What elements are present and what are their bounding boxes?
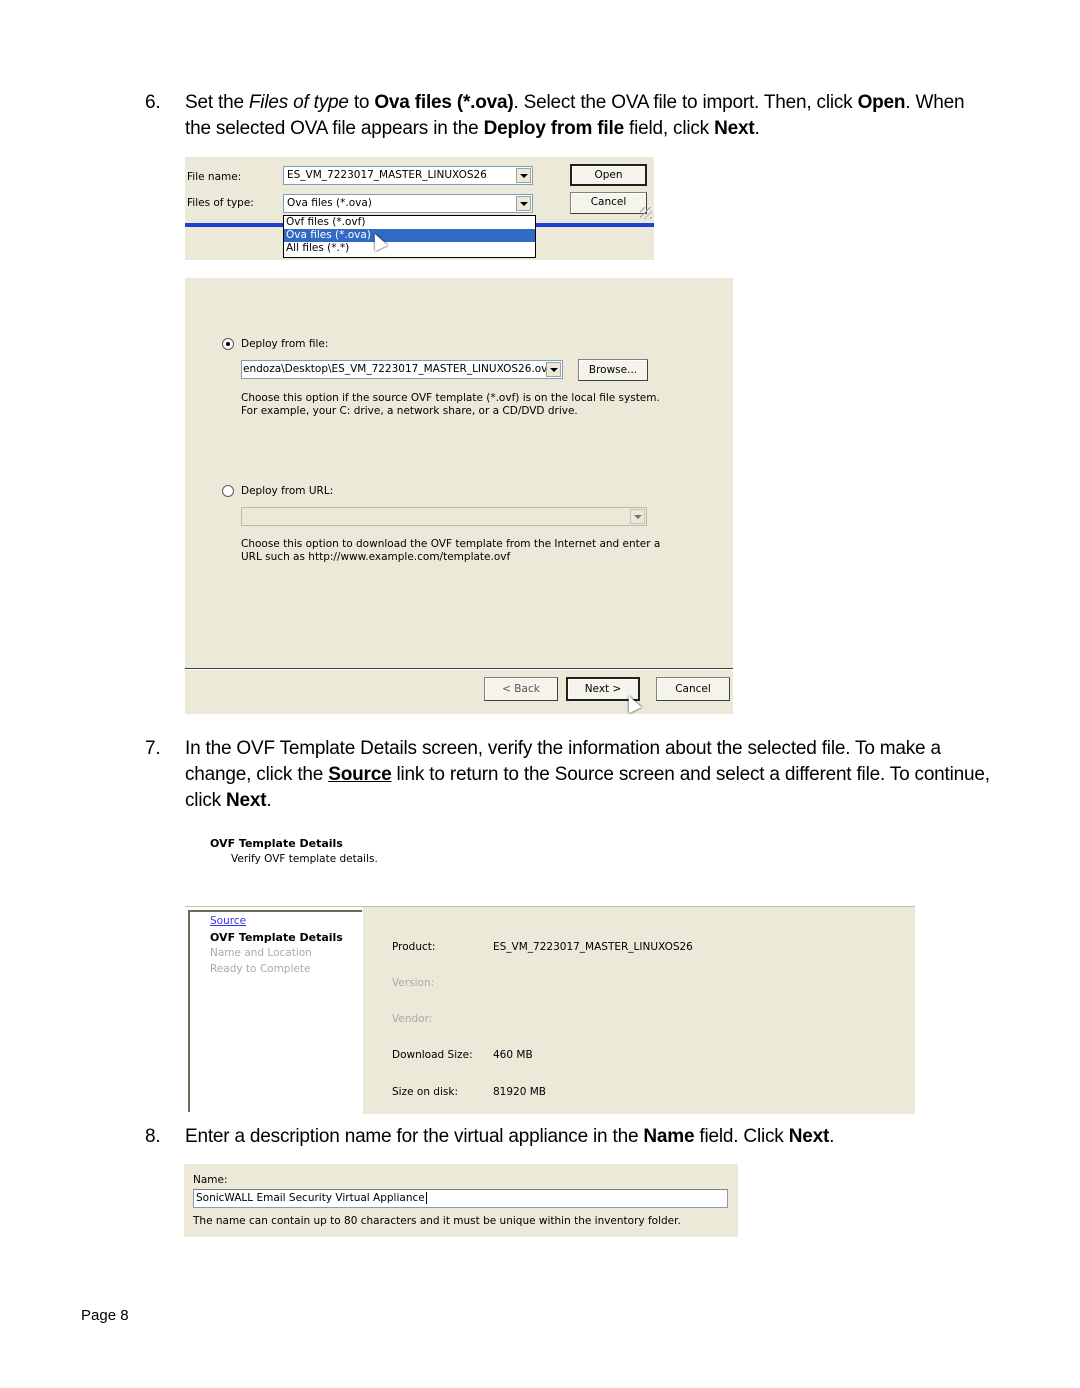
ovf-details-screenshot: OVF Template Details Verify OVF template… (185, 832, 915, 1114)
open-file-dialog-screenshot: File name: ES_VM_7223017_MASTER_LINUXOS2… (185, 157, 654, 260)
deploy-from-file-radio[interactable] (222, 338, 234, 350)
cancel-button[interactable]: Cancel (656, 677, 730, 701)
back-button[interactable]: < Back (484, 677, 558, 701)
deploy-source-screenshot: Deploy from file: endoza\Desktop\ES_VM_7… (185, 278, 733, 714)
step-6: 6. Set the Files of type to Ova files (*… (145, 90, 995, 142)
wizard-header-subtitle: Verify OVF template details. (231, 853, 378, 865)
step-7: 7. In the OVF Template Details screen, v… (145, 736, 995, 814)
cancel-button[interactable]: Cancel (570, 192, 647, 214)
download-size-value: 460 MB (493, 1049, 533, 1061)
url-help-text: URL such as http://www.example.com/templ… (241, 551, 511, 563)
size-on-disk-value: 81920 MB (493, 1086, 547, 1098)
file-name-combo[interactable]: ES_VM_7223017_MASTER_LINUXOS26 (283, 166, 533, 185)
nav-source-link[interactable]: Source (210, 915, 246, 927)
nav-ready-to-complete: Ready to Complete (210, 963, 311, 975)
url-combo-disabled[interactable] (241, 507, 647, 526)
open-button[interactable]: Open (570, 164, 647, 186)
name-help-text: The name can contain up to 80 characters… (193, 1215, 681, 1227)
wizard-header-title: OVF Template Details (210, 837, 343, 850)
chevron-down-icon[interactable] (546, 362, 561, 377)
file-help-text: Choose this option if the source OVF tem… (241, 392, 660, 404)
file-help-text: For example, your C: drive, a network sh… (241, 405, 578, 417)
file-name-label: File name: (187, 171, 242, 183)
chevron-down-icon[interactable] (516, 196, 531, 211)
file-path-combo[interactable]: endoza\Desktop\ES_VM_7223017_MASTER_LINU… (241, 360, 563, 379)
footer-separator (185, 668, 733, 670)
browse-button[interactable]: Browse... (578, 359, 648, 381)
chevron-down-icon (630, 509, 645, 524)
step-text: Enter a description name for the virtual… (185, 1126, 835, 1147)
version-label: Version: (392, 977, 435, 989)
product-value: ES_VM_7223017_MASTER_LINUXOS26 (493, 941, 693, 953)
dropdown-option[interactable]: Ovf files (*.ovf) (284, 216, 535, 229)
nav-current-step: OVF Template Details (210, 931, 343, 944)
deploy-from-url-radio[interactable] (222, 485, 234, 497)
product-label: Product: (392, 941, 436, 953)
deploy-from-file-label: Deploy from file: (241, 338, 329, 350)
files-of-type-label: Files of type: (187, 197, 254, 209)
deploy-from-url-label: Deploy from URL: (241, 485, 334, 497)
vendor-label: Vendor: (392, 1013, 433, 1025)
step-8: 8. Enter a description name for the virt… (145, 1124, 995, 1150)
file-type-dropdown-list: Ovf files (*.ovf) Ova files (*.ova) All … (283, 215, 536, 258)
name-panel-screenshot: Name: SonicWALL Email Security Virtual A… (184, 1164, 738, 1237)
page-number: Page 8 (81, 1307, 129, 1324)
source-link-reference: Source (328, 764, 392, 785)
chevron-down-icon[interactable] (516, 168, 531, 183)
step-text: In the OVF Template Details screen, veri… (185, 738, 990, 811)
nav-name-location: Name and Location (210, 947, 312, 959)
url-help-text: Choose this option to download the OVF t… (241, 538, 661, 550)
step-number: 7. (145, 738, 161, 759)
download-size-label: Download Size: (392, 1049, 473, 1061)
wizard-nav-panel: Source OVF Template Details Name and Loc… (188, 910, 362, 1112)
name-input[interactable]: SonicWALL Email Security Virtual Applian… (193, 1189, 728, 1208)
step-text: Set the Files of type to Ova files (*.ov… (185, 92, 965, 139)
size-on-disk-label: Size on disk: (392, 1086, 458, 1098)
resize-grip-icon[interactable] (640, 207, 652, 219)
step-number: 6. (145, 92, 161, 113)
details-panel: Product: ES_VM_7223017_MASTER_LINUXOS26 … (363, 907, 915, 1114)
files-of-type-combo[interactable]: Ova files (*.ova) (283, 194, 533, 213)
step-number: 8. (145, 1126, 161, 1147)
name-label: Name: (193, 1174, 228, 1186)
dropdown-option[interactable]: All files (*.*) (284, 242, 535, 255)
dropdown-option-selected[interactable]: Ova files (*.ova) (284, 229, 535, 242)
